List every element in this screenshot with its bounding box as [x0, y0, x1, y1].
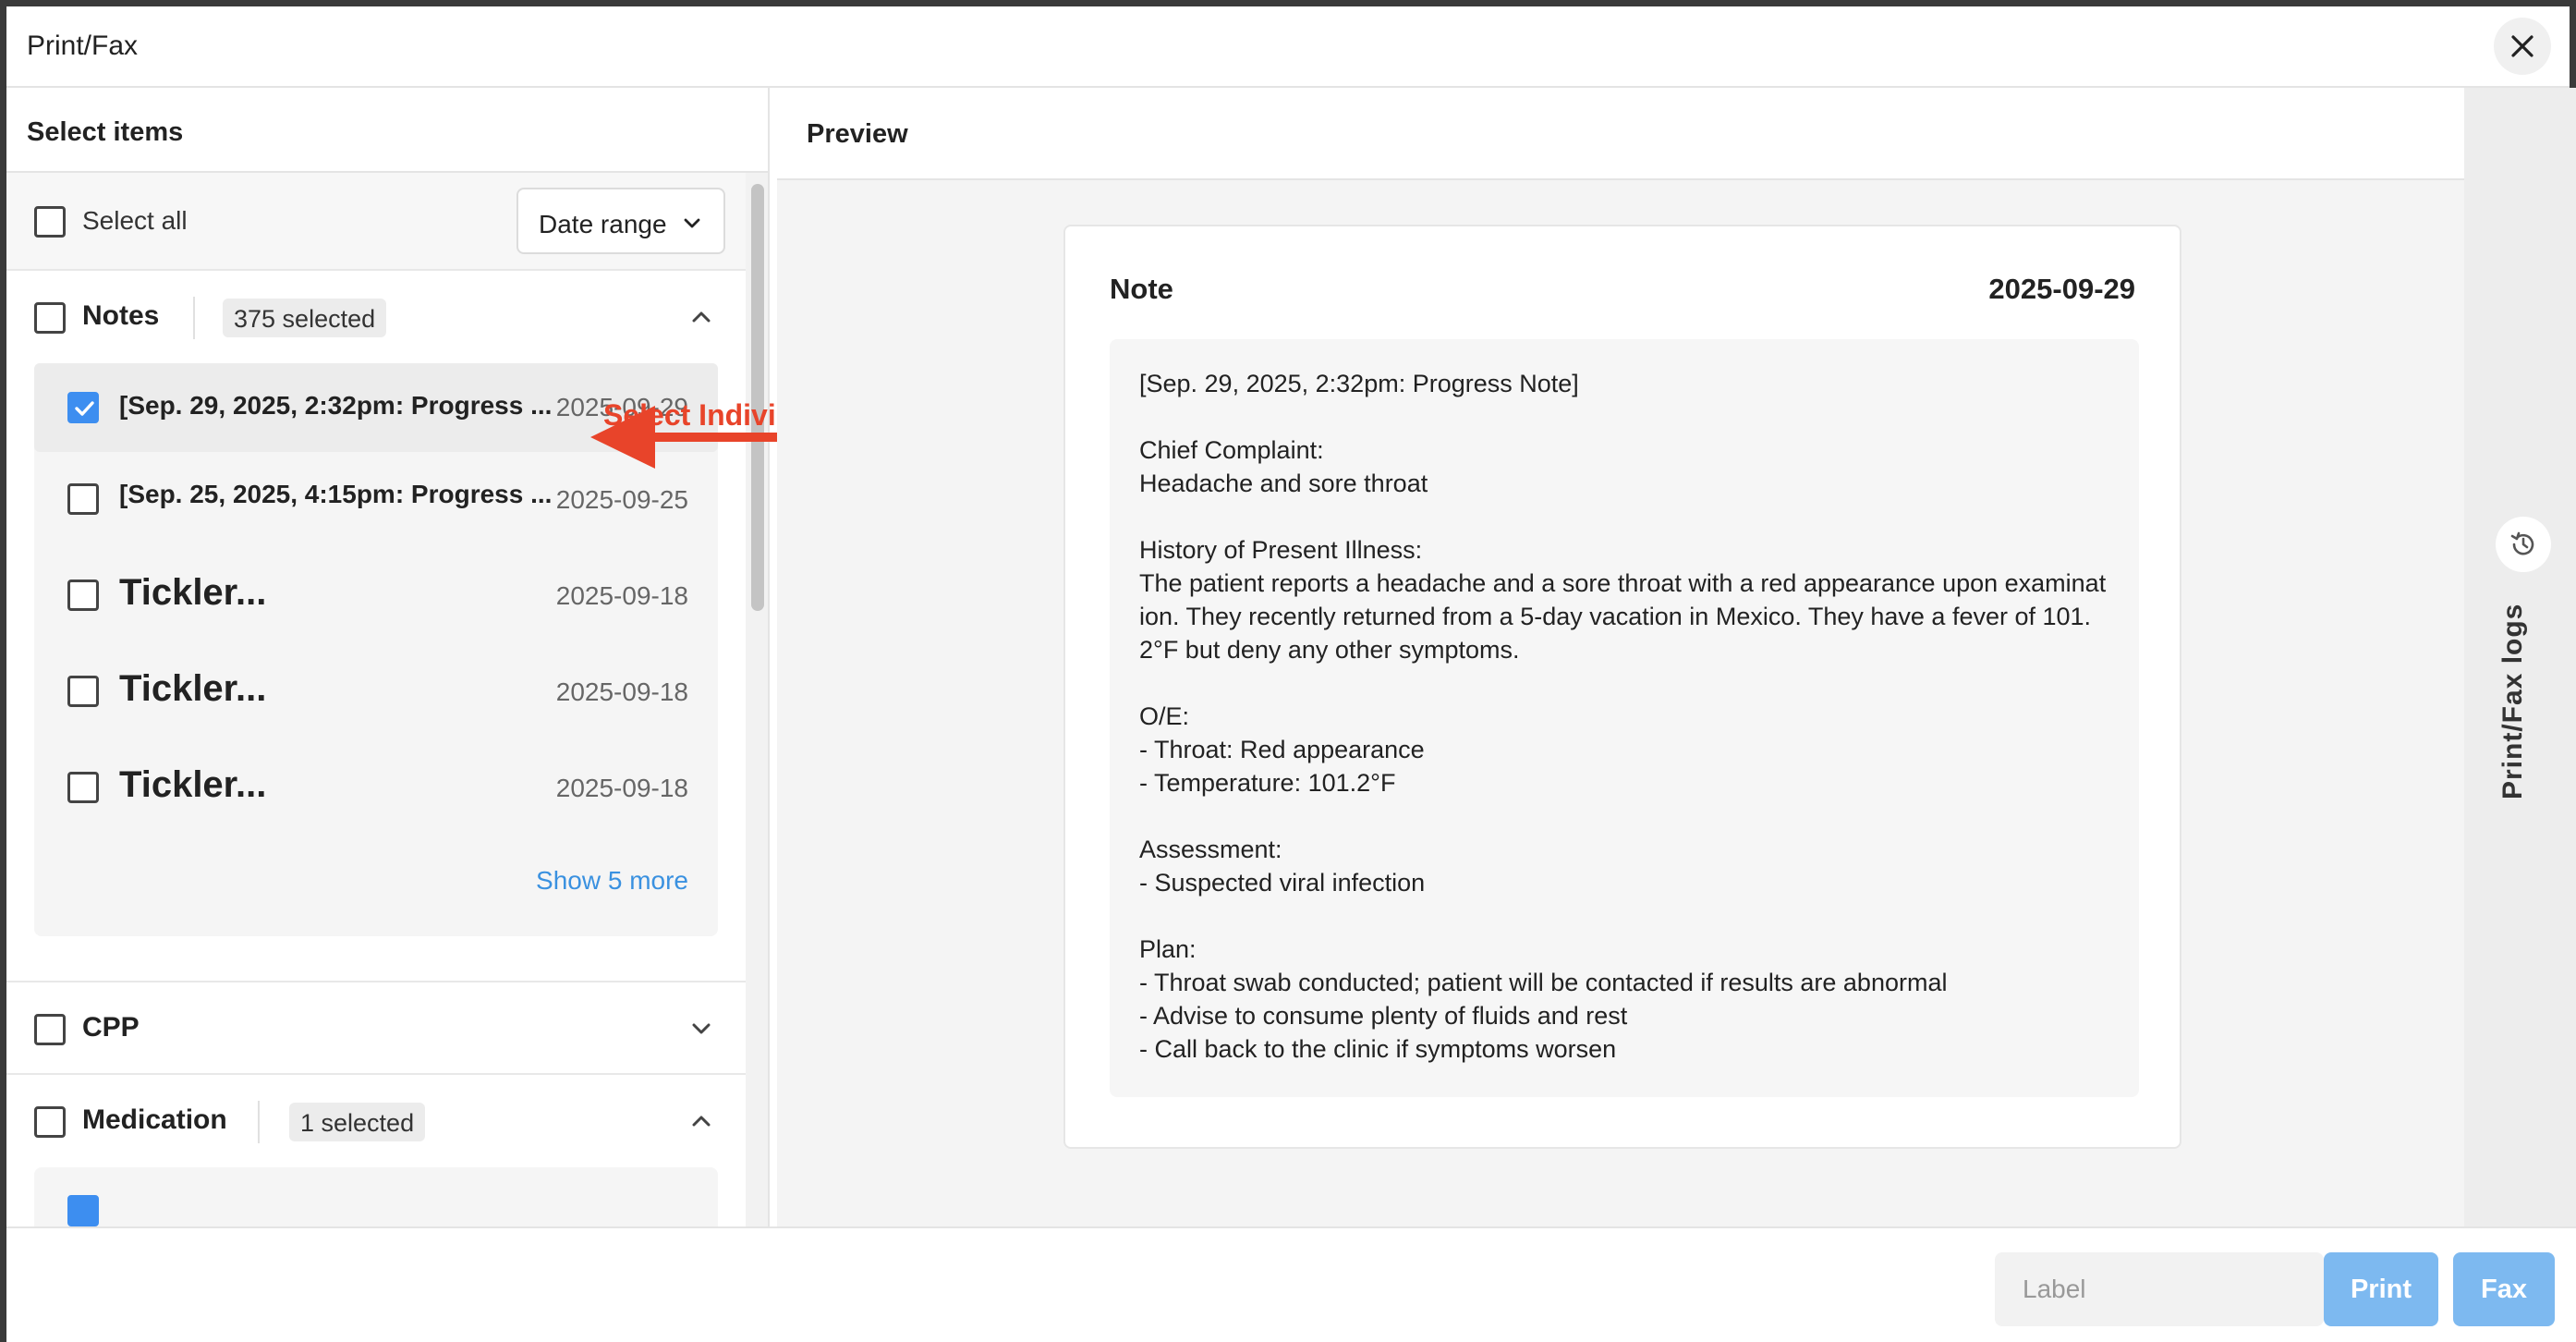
note-title: Note — [1110, 273, 1173, 305]
notes-selected-badge: 375 selected — [223, 299, 387, 337]
select-all-checkbox[interactable] — [34, 206, 66, 238]
print-fax-logs-panel: Print/Fax logs — [2464, 88, 2576, 1226]
divider — [193, 297, 195, 339]
select-all-label: Select all — [82, 206, 188, 235]
print-fax-dialog: Print/Fax Select items Select all Date r… — [0, 0, 2576, 1342]
note-body: [Sep. 29, 2025, 2:32pm: Progress Note] C… — [1110, 339, 2139, 1097]
chevron-up-icon[interactable] — [688, 1108, 714, 1134]
medication-selected-badge: 1 selected — [289, 1103, 426, 1141]
item-checkbox[interactable] — [67, 772, 99, 803]
item-checkbox[interactable] — [67, 483, 99, 515]
cpp-label: CPP — [82, 1012, 140, 1043]
date-range-label: Date range — [539, 210, 667, 238]
cpp-checkbox[interactable] — [34, 1014, 66, 1045]
close-button[interactable] — [2494, 18, 2551, 75]
preview-area: Note 2025-09-29 [Sep. 29, 2025, 2:32pm: … — [777, 180, 2464, 1226]
dialog-titlebar: Print/Fax — [6, 6, 2570, 88]
print-button[interactable]: Print — [2324, 1252, 2438, 1326]
note-preview-card: Note 2025-09-29 [Sep. 29, 2025, 2:32pm: … — [1063, 225, 2181, 1149]
items-scroll-area[interactable]: Select all Date range Notes 375 selected — [6, 173, 746, 1226]
select-items-heading: Select items — [6, 88, 768, 173]
notes-checkbox[interactable] — [34, 302, 66, 334]
list-item[interactable]: Tickler... 2025-09-18 — [34, 548, 718, 644]
label-input[interactable] — [1995, 1252, 2324, 1326]
chevron-down-icon — [684, 218, 700, 228]
scrollbar-thumb[interactable] — [751, 184, 764, 611]
history-icon-glyph — [2510, 531, 2534, 555]
fax-button[interactable]: Fax — [2453, 1252, 2555, 1326]
medication-section-header[interactable]: Medication 1 selected — [6, 1075, 746, 1167]
item-checkbox[interactable] — [67, 676, 99, 707]
medication-section: Medication 1 selected — [6, 1075, 746, 1226]
item-date: 2025-09-25 — [555, 485, 688, 514]
medication-label: Medication — [82, 1104, 227, 1135]
list-item[interactable]: Tickler... 2025-09-18 — [34, 740, 718, 836]
history-icon[interactable] — [2496, 517, 2551, 572]
note-date: 2025-09-29 — [1988, 273, 2135, 305]
cpp-section: CPP — [6, 982, 746, 1075]
scrollbar[interactable] — [746, 173, 768, 1226]
dialog-footer: Print Fax — [6, 1226, 2576, 1342]
notes-label: Notes — [82, 300, 160, 331]
item-title: Tickler... — [119, 572, 267, 613]
chevron-down-icon[interactable] — [688, 1016, 714, 1042]
item-title: Tickler... — [119, 668, 267, 709]
notes-section-header[interactable]: Notes 375 selected — [6, 271, 746, 363]
item-title: [Sep. 29, 2025, 2:32pm: Progress ... — [119, 391, 553, 420]
chevron-up-icon[interactable] — [688, 304, 714, 330]
item-title: Tickler... — [119, 764, 267, 805]
item-date: 2025-09-18 — [555, 774, 688, 802]
dialog-title: Print/Fax — [27, 30, 139, 61]
item-date: 2025-09-18 — [555, 581, 688, 610]
cpp-section-header[interactable]: CPP — [6, 982, 746, 1075]
item-checkbox[interactable] — [67, 580, 99, 611]
item-checkbox[interactable] — [67, 392, 99, 423]
print-fax-logs-tab[interactable]: Print/Fax logs — [2497, 604, 2529, 799]
divider — [258, 1101, 260, 1143]
check-icon — [75, 401, 94, 416]
date-range-dropdown[interactable]: Date range — [516, 188, 725, 254]
show-more-link[interactable]: Show 5 more — [536, 866, 688, 896]
medication-checkbox[interactable] — [34, 1106, 66, 1138]
select-all-row: Select all Date range — [6, 173, 746, 271]
medication-items-list — [34, 1167, 718, 1226]
preview-heading: Preview — [777, 88, 2464, 180]
list-item[interactable]: Tickler... 2025-09-18 — [34, 644, 718, 740]
item-checkbox[interactable] — [67, 1195, 99, 1226]
close-icon — [2511, 35, 2533, 57]
item-date: 2025-09-18 — [555, 677, 688, 706]
notes-section: Notes 375 selected [Sep. 29, 2025, 2:32p… — [6, 271, 746, 982]
select-items-panel: Select items Select all Date range Notes — [6, 88, 770, 1226]
item-title: [Sep. 25, 2025, 4:15pm: Progress ... — [119, 480, 553, 508]
